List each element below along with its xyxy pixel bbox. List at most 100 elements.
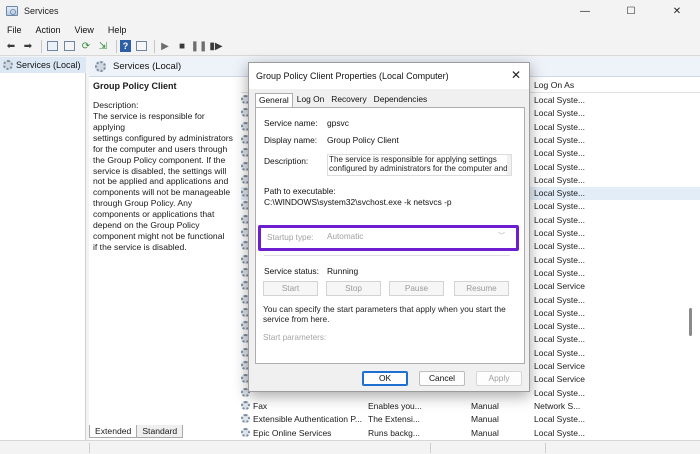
service-log-on-as: Local Syste... xyxy=(534,148,586,159)
minimize-button[interactable]: — xyxy=(562,0,608,22)
menu-action[interactable]: Action xyxy=(29,25,68,35)
startup-type-select[interactable]: Automatic ﹀ xyxy=(323,230,510,244)
service-log-on-as: Local Syste... xyxy=(534,228,586,238)
start-button[interactable]: Start xyxy=(263,281,318,296)
refresh-icon[interactable]: ⟳ xyxy=(79,39,93,53)
status-segment xyxy=(89,443,90,453)
description-line: component might not be functional xyxy=(93,230,225,241)
ok-button[interactable]: OK xyxy=(362,371,408,386)
menu-help[interactable]: Help xyxy=(101,25,134,35)
menu-bar: File Action View Help xyxy=(0,22,700,37)
service-log-on-as: Local Syste... xyxy=(534,414,586,425)
service-gear-icon xyxy=(241,414,250,424)
service-row[interactable]: Extensible Authentication P... The Extens… xyxy=(241,413,700,426)
description-textbox[interactable]: The service is responsible for applying … xyxy=(327,154,512,176)
cancel-button[interactable]: Cancel xyxy=(419,371,465,386)
service-row[interactable]: Epic Online Services Runs backg... Manual L… xyxy=(241,427,700,440)
console-tree: Services (Local) xyxy=(0,57,86,454)
tree-item-services-local[interactable]: Services (Local) xyxy=(0,57,86,73)
show-hide-console-tree-icon[interactable] xyxy=(45,39,59,53)
toolbar-separator xyxy=(154,39,155,53)
start-service-icon[interactable]: ▶ xyxy=(158,39,172,53)
service-log-on-as: Local Service xyxy=(534,281,586,292)
tab-general[interactable]: General xyxy=(255,93,293,107)
title-bar: Services — ☐ ✕ xyxy=(0,0,700,22)
display-name-label: Display name: xyxy=(264,135,318,145)
resume-button[interactable]: Resume xyxy=(454,281,509,296)
service-log-on-as: Local Syste... xyxy=(534,95,586,105)
action-pane-icon[interactable] xyxy=(134,39,148,53)
forward-arrow-icon[interactable]: ➡ xyxy=(21,39,35,53)
dialog-footer: OK Cancel Apply xyxy=(249,366,529,392)
selected-service-name: Group Policy Client xyxy=(93,81,177,91)
service-startup-type: Manual xyxy=(471,400,499,411)
toolbar-separator xyxy=(41,39,42,53)
restart-service-icon[interactable]: ▮▶ xyxy=(209,39,223,53)
service-log-on-as: Local Syste... xyxy=(534,241,586,252)
dialog-title-bar: Group Policy Client Properties (Local Co… xyxy=(249,63,529,89)
description-line: not be applied and applications and xyxy=(93,176,229,187)
description-line: components will not be manageable xyxy=(93,187,231,198)
tab-standard[interactable]: Standard xyxy=(136,425,184,438)
service-description: Enables you... xyxy=(368,400,422,411)
status-segment xyxy=(545,443,546,453)
startup-type-value: Automatic xyxy=(327,232,364,241)
service-log-on-as: Local Syste... xyxy=(534,121,586,132)
description-line: settings configured by administrators xyxy=(93,132,233,143)
tab-extended[interactable]: Extended xyxy=(89,425,138,438)
status-segment xyxy=(430,443,431,453)
gear-icon xyxy=(95,61,106,72)
vertical-scrollbar-thumb[interactable] xyxy=(689,308,692,336)
service-log-on-as: Local Syste... xyxy=(534,387,586,398)
tab-recovery[interactable]: Recovery xyxy=(328,93,369,107)
close-button[interactable]: ✕ xyxy=(654,0,700,22)
path-label: Path to executable: xyxy=(264,186,336,196)
service-status-label: Service status: xyxy=(264,266,319,276)
divider xyxy=(264,255,510,256)
apply-button[interactable]: Apply xyxy=(476,371,522,386)
start-parameters-label: Start parameters: xyxy=(263,333,327,342)
stop-button[interactable]: Stop xyxy=(326,281,381,296)
properties-dialog: Group Policy Client Properties (Local Co… xyxy=(248,62,530,392)
column-log-on-as[interactable]: Log On As xyxy=(534,80,574,90)
pause-service-icon[interactable]: ❚❚ xyxy=(191,39,208,53)
view-tabs: Extended Standard xyxy=(89,425,184,438)
window-title: Services xyxy=(24,6,59,16)
export-list-icon[interactable]: ⇲ xyxy=(96,39,110,53)
service-gear-icon xyxy=(241,427,250,437)
properties-sheet-icon[interactable] xyxy=(62,39,76,53)
pause-button[interactable]: Pause xyxy=(389,281,444,296)
service-gear-icon xyxy=(241,400,250,410)
tab-log-on[interactable]: Log On xyxy=(294,93,327,107)
service-log-on-as: Local Syste... xyxy=(534,161,586,172)
description-line: The service is responsible for applying xyxy=(93,111,205,132)
extended-description-panel: Group Policy Client Description: The ser… xyxy=(93,81,235,253)
dialog-title: Group Policy Client Properties (Local Co… xyxy=(256,71,449,81)
service-status-value: Running xyxy=(327,266,359,276)
description-line: the Group Policy component. If the xyxy=(93,154,226,165)
services-window: Services — ☐ ✕ File Action View Help ⬅ ➡… xyxy=(0,0,700,454)
service-log-on-as: Local Syste... xyxy=(534,134,586,145)
service-log-on-as: Local Syste... xyxy=(534,201,586,212)
service-startup-type: Manual xyxy=(471,427,499,438)
service-log-on-as: Local Syste... xyxy=(534,294,586,305)
service-row[interactable]: Fax Enables you... Manual Network S... xyxy=(241,400,700,413)
service-log-on-as: Local Service xyxy=(534,361,586,371)
tab-dependencies[interactable]: Dependencies xyxy=(371,93,431,107)
stop-service-icon[interactable]: ■ xyxy=(175,39,189,53)
description-scrollbar[interactable] xyxy=(507,155,511,175)
gear-icon xyxy=(3,60,13,70)
window-controls: — ☐ ✕ xyxy=(562,0,700,22)
service-name: Epic Online Services xyxy=(253,427,332,438)
description-line: components or applications that xyxy=(93,209,215,220)
service-log-on-as: Local Syste... xyxy=(534,321,586,332)
description-line: if the service is disabled. xyxy=(93,241,187,252)
dialog-close-icon[interactable]: ✕ xyxy=(511,68,521,82)
menu-view[interactable]: View xyxy=(68,25,101,35)
back-arrow-icon[interactable]: ⬅ xyxy=(4,39,18,53)
maximize-button[interactable]: ☐ xyxy=(608,0,654,22)
menu-file[interactable]: File xyxy=(0,25,29,35)
help-icon[interactable]: ? xyxy=(120,40,131,52)
description-text: The service is responsible for applying … xyxy=(329,155,508,175)
service-log-on-as: Local Syste... xyxy=(534,427,586,438)
